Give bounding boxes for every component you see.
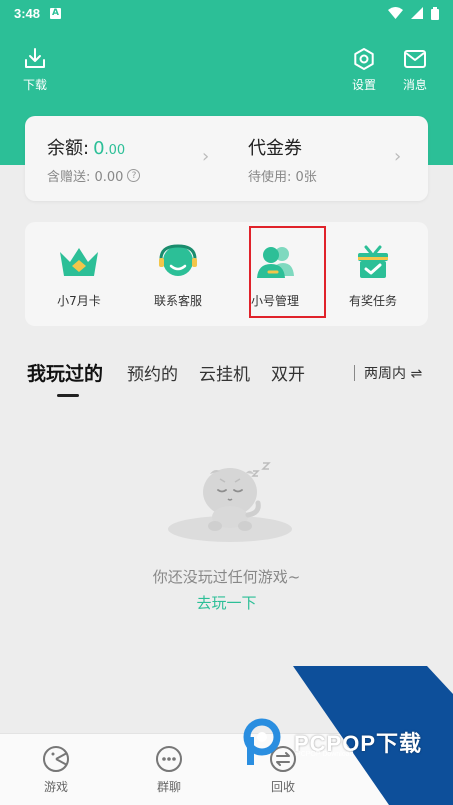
mail-icon xyxy=(404,50,426,68)
notification-icon: A xyxy=(50,7,62,19)
voucher-section[interactable]: 代金券 待使用: 0张 xyxy=(248,134,317,185)
settings-button[interactable]: 设置 xyxy=(351,46,377,93)
tab-dual-open[interactable]: 双开 xyxy=(271,360,305,385)
empty-state-text: 你还没玩过任何游戏~ xyxy=(152,568,301,586)
chat-icon xyxy=(156,746,182,772)
watermark-subtext: PCPOP Download xyxy=(296,751,354,758)
voucher-title: 代金券 xyxy=(248,138,302,159)
game-tabs: 我玩过的 预约的 云挂机 双开 两周内 ⇌ xyxy=(27,360,427,400)
settings-label: 设置 xyxy=(351,78,376,92)
gear-icon xyxy=(354,48,374,70)
signal-icon xyxy=(411,7,423,19)
shortcut-label: 小7月卡 xyxy=(57,294,101,308)
nav-label: 群聊 xyxy=(156,780,181,794)
status-time: 3:48 xyxy=(14,5,41,21)
gift-balance: 含赠送: 0.00 xyxy=(47,170,124,185)
nav-label: 回收 xyxy=(270,780,295,794)
crown-icon xyxy=(60,248,98,276)
nav-group-chat[interactable]: 群聊 xyxy=(129,744,209,795)
shortcut-monthly-card[interactable]: 小7月卡 xyxy=(29,240,129,309)
download-icon xyxy=(25,48,45,68)
nav-label: 游戏 xyxy=(43,780,68,794)
tab-divider xyxy=(354,365,355,381)
shortcut-reward-tasks[interactable]: 有奖任务 xyxy=(323,240,423,309)
shortcut-label: 有奖任务 xyxy=(348,294,397,308)
wifi-icon xyxy=(388,7,403,19)
period-filter[interactable]: 两周内 ⇌ xyxy=(364,363,422,383)
game-icon xyxy=(43,746,69,772)
tab-indicator xyxy=(57,394,79,397)
status-icons xyxy=(388,6,439,20)
chevron-right-icon: › xyxy=(202,146,210,167)
tab-played[interactable]: 我玩过的 xyxy=(27,359,103,386)
tab-cloud-hosting[interactable]: 云挂机 xyxy=(199,360,250,385)
download-label: 下载 xyxy=(22,78,47,92)
balance-card: 余额: 0.00 含赠送: 0.00 ? › 代金券 待使用: 0张 › xyxy=(25,116,428,201)
shortcuts-card: 小7月卡 联系客服 小号管理 有奖任务 xyxy=(25,222,428,326)
watermark-logo xyxy=(243,718,281,765)
balance-amount-decimal: .00 xyxy=(104,143,126,158)
shortcut-label: 联系客服 xyxy=(153,294,202,308)
tab-reserved[interactable]: 预约的 xyxy=(127,360,178,385)
balance-title: 余额: xyxy=(47,138,90,159)
balance-amount: 0 xyxy=(93,138,105,159)
highlight-annotation xyxy=(249,226,326,318)
balance-section[interactable]: 余额: 0.00 含赠送: 0.00 ? xyxy=(47,134,141,185)
battery-icon xyxy=(431,6,439,20)
support-agent-icon xyxy=(159,244,197,276)
help-icon[interactable]: ? xyxy=(127,169,141,182)
nav-games[interactable]: 游戏 xyxy=(16,744,96,795)
messages-button[interactable]: 消息 xyxy=(402,46,428,93)
play-now-link[interactable]: 去玩一下 xyxy=(0,592,453,613)
reward-task-icon xyxy=(358,245,388,278)
messages-label: 消息 xyxy=(402,78,427,92)
voucher-pending: 待使用: 0张 xyxy=(248,170,317,185)
sleeping-mascot-icon xyxy=(168,462,292,542)
chevron-right-icon: › xyxy=(394,146,402,167)
status-bar: 3:48 A xyxy=(0,0,453,26)
shortcut-customer-service[interactable]: 联系客服 xyxy=(128,240,228,309)
download-button[interactable]: 下载 xyxy=(22,46,48,93)
